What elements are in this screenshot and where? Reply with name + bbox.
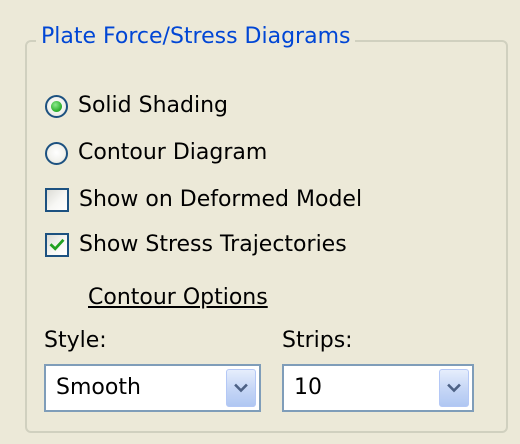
show-trajectories-checkbox[interactable]: Show Stress Trajectories xyxy=(45,228,347,262)
group-title: Plate Force/Stress Diagrams xyxy=(36,22,356,52)
chevron-down-icon xyxy=(447,383,461,393)
contour-options-link[interactable]: Contour Options xyxy=(88,283,268,313)
chevron-down-icon xyxy=(234,383,248,393)
strips-label: Strips: xyxy=(282,328,353,353)
show-deformed-label[interactable]: Show on Deformed Model xyxy=(79,185,362,215)
style-label: Style: xyxy=(44,328,107,353)
style-select[interactable]: Smooth xyxy=(44,364,261,412)
strips-select-value: 10 xyxy=(294,375,322,400)
style-select-value: Smooth xyxy=(56,375,141,400)
style-dropdown-button[interactable] xyxy=(226,369,256,407)
solid-shading-radio[interactable]: Solid Shading xyxy=(45,89,228,123)
checkmark-icon xyxy=(49,238,65,251)
radio-dot xyxy=(51,100,62,112)
radio-selected-icon[interactable] xyxy=(45,94,68,118)
show-trajectories-label[interactable]: Show Stress Trajectories xyxy=(79,230,347,260)
contour-diagram-label[interactable]: Contour Diagram xyxy=(78,138,267,168)
checkbox-checked[interactable] xyxy=(45,233,69,257)
strips-dropdown-button[interactable] xyxy=(439,369,469,407)
show-deformed-checkbox[interactable]: Show on Deformed Model xyxy=(45,183,362,217)
checkbox-unchecked-icon[interactable] xyxy=(45,188,69,212)
strips-select[interactable]: 10 xyxy=(282,364,474,412)
contour-diagram-radio[interactable]: Contour Diagram xyxy=(45,136,267,170)
radio-unselected-icon[interactable] xyxy=(45,141,68,165)
solid-shading-label[interactable]: Solid Shading xyxy=(78,91,228,121)
